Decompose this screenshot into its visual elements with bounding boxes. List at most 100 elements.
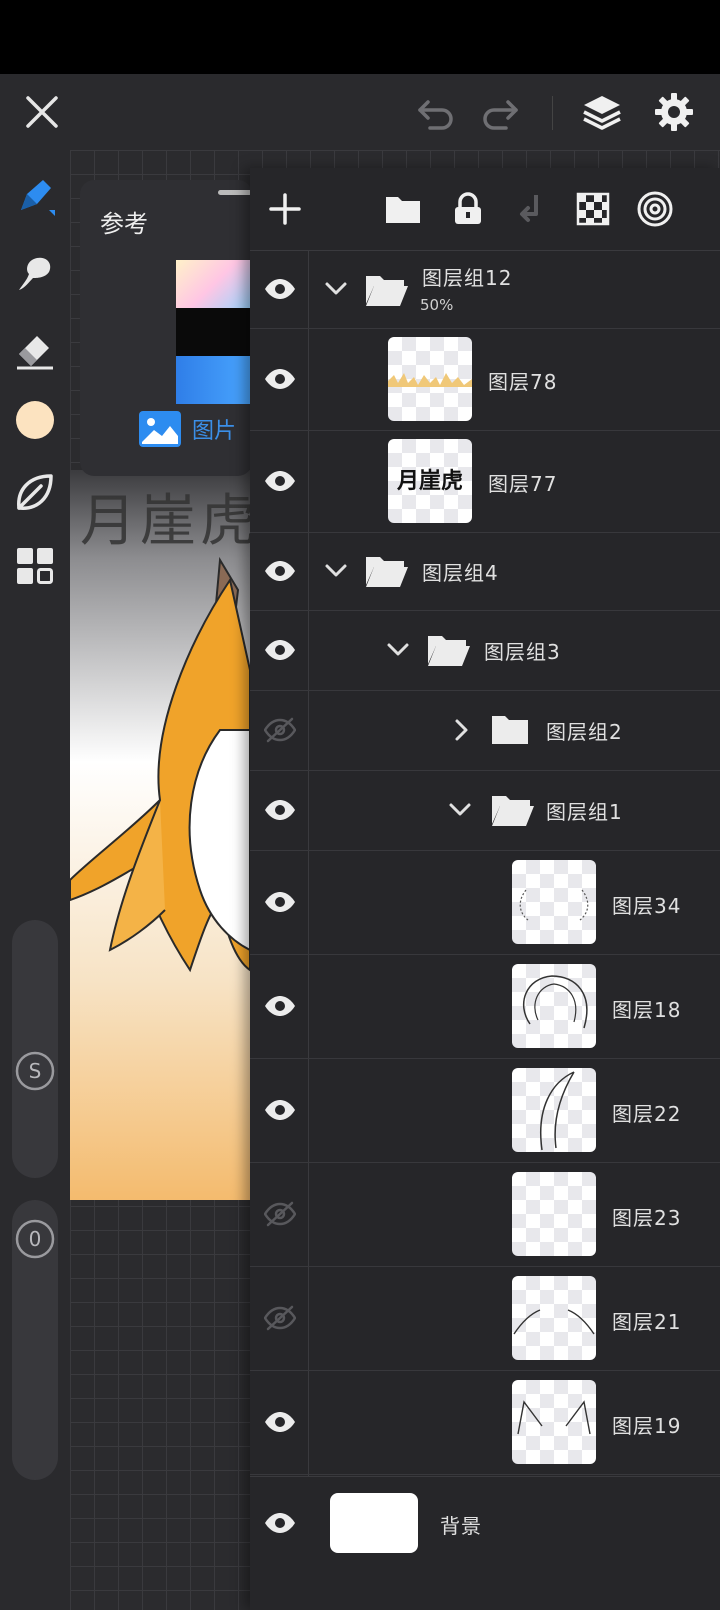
eye-icon[interactable] (258, 1501, 302, 1545)
lock-icon[interactable] (445, 186, 491, 232)
eye-off-icon[interactable] (258, 1192, 302, 1236)
status-bar (0, 0, 720, 74)
eye-icon[interactable] (258, 1088, 302, 1132)
folder-open-icon (364, 551, 410, 591)
chevron-down-icon[interactable] (322, 275, 350, 303)
background-layer-name: 背景 (440, 1514, 482, 1538)
layer-row[interactable]: 月崖虎 图层77 (250, 430, 720, 533)
add-icon[interactable] (262, 186, 308, 232)
folder-open-icon (490, 790, 536, 830)
image-icon (139, 411, 181, 447)
eye-off-icon[interactable] (258, 708, 302, 752)
layer-thumbnail (512, 964, 596, 1048)
merge-down-icon[interactable] (508, 186, 554, 232)
reference-thumb[interactable] (176, 260, 252, 308)
chevron-right-icon[interactable] (448, 716, 476, 744)
thumbnail-text: 月崖虎 (396, 468, 463, 494)
artboard[interactable]: 月崖虎 (70, 470, 250, 1200)
layer-thumbnail (512, 1380, 596, 1464)
layer-group-row[interactable]: 图层组3 (250, 610, 720, 691)
eye-icon[interactable] (258, 880, 302, 924)
layer-group-row[interactable]: 图层组1 (250, 770, 720, 851)
eye-icon[interactable] (258, 628, 302, 672)
layer-thumbnail (512, 860, 596, 944)
layer-name: 图层组2 (546, 720, 623, 744)
layer-row[interactable]: 图层21 (250, 1266, 720, 1371)
layer-group-row[interactable]: 图层组12 50% (250, 250, 720, 329)
transparency-icon[interactable] (570, 186, 616, 232)
brush-size-knob[interactable]: S (14, 1050, 56, 1092)
layer-thumbnail (388, 337, 472, 421)
layer-opacity: 50% (420, 296, 454, 314)
layer-name: 图层21 (612, 1310, 682, 1334)
layer-thumbnail (512, 1276, 596, 1360)
eye-icon[interactable] (258, 788, 302, 832)
layer-row[interactable]: 图层34 (250, 850, 720, 955)
color-swatch[interactable] (11, 396, 59, 444)
gear-icon[interactable] (650, 88, 698, 136)
layer-name: 图层23 (612, 1206, 682, 1230)
layer-group-row[interactable]: 图层组2 (250, 690, 720, 771)
eye-icon[interactable] (258, 459, 302, 503)
layer-name: 图层19 (612, 1414, 682, 1438)
close-icon[interactable] (18, 88, 66, 136)
layer-row[interactable]: 图层19 (250, 1370, 720, 1475)
folder-open-icon (364, 270, 410, 310)
layer-thumbnail (512, 1068, 596, 1152)
folder-icon (490, 712, 536, 752)
layer-thumbnail: 月崖虎 (388, 439, 472, 523)
layer-row[interactable]: 图层22 (250, 1058, 720, 1163)
layer-name: 图层77 (488, 472, 558, 496)
folder-open-icon (426, 630, 472, 670)
undo-icon[interactable] (412, 88, 460, 136)
svg-text:S: S (29, 1059, 42, 1083)
left-toolbar: S 0 (0, 150, 70, 1610)
target-icon[interactable] (632, 186, 678, 232)
reference-drag-handle[interactable] (218, 190, 252, 195)
reference-tab-label: 图片 (192, 419, 237, 444)
character-artwork (70, 556, 250, 973)
layer-name: 图层34 (612, 894, 682, 918)
leaf-icon[interactable] (11, 468, 59, 516)
eye-icon[interactable] (258, 267, 302, 311)
folder-icon[interactable] (380, 186, 426, 232)
svg-text:0: 0 (29, 1227, 42, 1251)
smudge-icon[interactable] (11, 248, 59, 296)
reference-image-tab[interactable]: 图片 (138, 410, 236, 448)
layer-thumbnail (512, 1172, 596, 1256)
eraser-icon[interactable] (11, 324, 59, 372)
brush-opacity-knob[interactable]: 0 (14, 1218, 56, 1260)
eye-icon[interactable] (258, 984, 302, 1028)
divider (552, 96, 553, 130)
reference-thumb[interactable] (176, 308, 252, 356)
reference-panel[interactable]: 参考 图片 (80, 180, 252, 476)
layer-row[interactable]: 图层18 (250, 954, 720, 1059)
eye-icon[interactable] (258, 1400, 302, 1444)
background-color-swatch[interactable] (330, 1493, 418, 1553)
eye-icon[interactable] (258, 357, 302, 401)
reference-thumb[interactable] (176, 356, 252, 404)
pen-icon[interactable] (11, 172, 59, 220)
eye-icon[interactable] (258, 549, 302, 593)
layer-name: 图层组1 (546, 800, 623, 824)
layer-name: 图层78 (488, 370, 558, 394)
chevron-down-icon[interactable] (384, 636, 412, 664)
layer-name: 图层18 (612, 998, 682, 1022)
brush-size-slider[interactable] (12, 920, 58, 1178)
chevron-down-icon[interactable] (446, 796, 474, 824)
chevron-down-icon[interactable] (322, 557, 350, 585)
layer-row[interactable]: 图层78 (250, 328, 720, 431)
layers-icon[interactable] (578, 88, 626, 136)
layer-name: 图层组3 (484, 640, 561, 664)
layer-name: 图层组4 (422, 561, 499, 585)
layer-row[interactable]: 图层23 (250, 1162, 720, 1267)
layer-name: 图层组12 (422, 266, 513, 290)
redo-icon[interactable] (476, 88, 524, 136)
layer-group-row[interactable]: 图层组4 (250, 532, 720, 611)
grid-icon[interactable] (11, 542, 59, 590)
layer-panel: 图层组12 50% 图层78 月崖虎 图层77 图层组4 图层组3 图层组2 图… (250, 168, 720, 1610)
eye-off-icon[interactable] (258, 1296, 302, 1340)
top-bar (0, 74, 720, 150)
layer-toolbar (250, 168, 720, 251)
background-layer-row[interactable]: 背景 (250, 1476, 720, 1585)
